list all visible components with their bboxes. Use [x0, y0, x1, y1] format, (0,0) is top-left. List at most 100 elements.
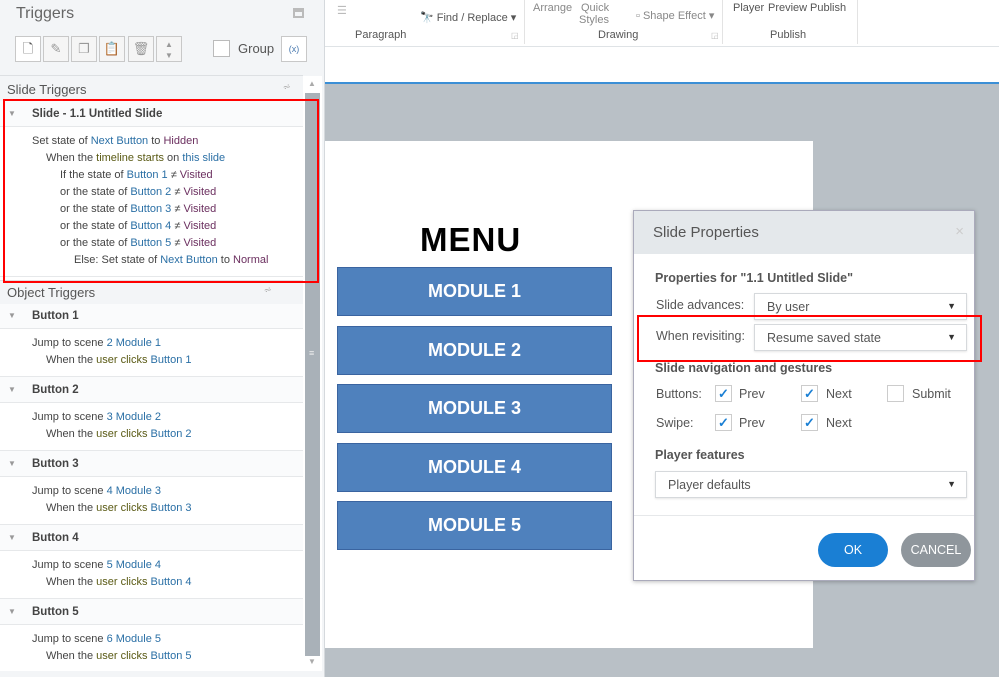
swipe-label: Swipe:: [656, 416, 694, 430]
nav-heading: Slide navigation and gestures: [655, 361, 833, 375]
object-trigger-group-header[interactable]: ▼ Button 3: [0, 451, 303, 477]
find-replace-button[interactable]: 🔭 Find / Replace ▾: [420, 11, 516, 24]
group-checkbox[interactable]: [213, 40, 230, 57]
move-up-down-icon[interactable]: ▲ ▼: [156, 36, 182, 62]
object-trigger-group-header[interactable]: ▼ Button 4: [0, 525, 303, 551]
buttons-submit-checkbox[interactable]: [887, 385, 904, 402]
trigger-line[interactable]: or the state of Button 3 ≠ Visited: [32, 201, 303, 218]
scroll-down-icon[interactable]: ▼: [308, 657, 316, 666]
collapse-triangle-icon[interactable]: ▼: [8, 607, 16, 616]
trigger-text: Button 1: [150, 354, 192, 366]
collapse-triangle-icon[interactable]: ▼: [8, 109, 16, 118]
menu-title: MENU: [420, 221, 522, 258]
ok-button[interactable]: OK: [818, 533, 888, 567]
cancel-button[interactable]: CANCEL: [901, 533, 971, 567]
trigger-line[interactable]: Jump to scene 5 Module 4: [32, 557, 303, 574]
slide-advances-select[interactable]: By user ▼: [754, 293, 967, 320]
module-button[interactable]: MODULE 5: [337, 501, 612, 550]
trigger-line[interactable]: Set state of Next Button to Hidden: [32, 133, 303, 150]
trigger-text: Next Button: [90, 135, 149, 147]
trigger-text: to: [217, 254, 233, 266]
trigger-text: Jump to scene: [32, 485, 107, 497]
object-trigger-group-body: Jump to scene 3 Module 2 When the user cl…: [0, 403, 303, 451]
object-trigger-group-header[interactable]: ▼ Button 1: [0, 303, 303, 329]
arrange-button[interactable]: Arrange: [533, 2, 572, 14]
trigger-text: When the: [46, 152, 97, 164]
module-button[interactable]: MODULE 3: [337, 384, 612, 433]
trigger-line[interactable]: When the user clicks Button 5: [32, 648, 303, 665]
trigger-text: ≠: [171, 186, 184, 198]
ruler-strip: [325, 47, 999, 84]
buttons-prev-label: Prev: [739, 387, 765, 401]
trigger-text: Button 5: [150, 650, 192, 662]
copy-icon[interactable]: ❐: [71, 36, 97, 62]
trigger-line[interactable]: Jump to scene 2 Module 1: [32, 335, 303, 352]
module-button[interactable]: MODULE 2: [337, 325, 612, 375]
trigger-text: 2 Module 1: [106, 337, 162, 349]
module-button[interactable]: MODULE 1: [337, 267, 612, 316]
collapse-triangle-icon[interactable]: ▼: [8, 311, 16, 320]
publish-button[interactable]: Publish: [810, 2, 846, 14]
edit-trigger-icon[interactable]: ✎: [43, 36, 69, 62]
trigger-line[interactable]: When the user clicks Button 4: [32, 574, 303, 591]
trigger-line[interactable]: If the state of Button 1 ≠ Visited: [32, 167, 303, 184]
trigger-line[interactable]: Jump to scene 6 Module 5: [32, 631, 303, 648]
buttons-label: Buttons:: [656, 387, 702, 401]
trigger-line[interactable]: or the state of Button 4 ≠ Visited: [32, 218, 303, 235]
collapse-icon[interactable]: ⩫: [264, 285, 272, 296]
dialog-launcher-icon[interactable]: ◲: [511, 31, 519, 40]
trigger-line[interactable]: When the user clicks Button 3: [32, 500, 303, 517]
object-trigger-group-header[interactable]: ▼ Button 2: [0, 377, 303, 403]
paste-icon[interactable]: 📋: [99, 36, 125, 62]
trigger-text: ≠: [171, 203, 184, 215]
collapse-triangle-icon[interactable]: ▼: [8, 385, 16, 394]
module-button[interactable]: MODULE 4: [337, 442, 612, 492]
close-icon[interactable]: ×: [955, 223, 964, 240]
preview-button[interactable]: Preview: [768, 2, 807, 14]
trigger-text: user clicks: [96, 354, 148, 366]
trigger-text: Visited: [183, 220, 217, 232]
dialog-launcher-icon[interactable]: ◲: [711, 31, 719, 40]
trigger-text: ≠: [171, 237, 184, 249]
object-trigger-group-body: Jump to scene 6 Module 5 When the user cl…: [0, 625, 303, 671]
when-revisiting-select[interactable]: Resume saved state ▼: [754, 324, 967, 351]
object-triggers-header: Object Triggers ⩫: [0, 280, 303, 304]
trigger-line[interactable]: When the timeline starts on this slide: [32, 150, 303, 167]
trigger-line[interactable]: or the state of Button 2 ≠ Visited: [32, 184, 303, 201]
dialog-title: Slide Properties: [653, 224, 759, 241]
collapse-triangle-icon[interactable]: ▼: [8, 533, 16, 542]
delete-icon[interactable]: 🗑: [128, 36, 154, 62]
collapse-icon[interactable]: ⩫: [283, 82, 291, 93]
trigger-line[interactable]: Jump to scene 3 Module 2: [32, 409, 303, 426]
object-trigger-group-title: Button 5: [32, 606, 79, 618]
quick-styles-button[interactable]: Quick: [581, 2, 609, 14]
trigger-text: If the state of: [60, 169, 127, 181]
restore-icon[interactable]: [293, 8, 304, 18]
trigger-line[interactable]: or the state of Button 5 ≠ Visited: [32, 235, 303, 252]
trigger-text: Button 4: [130, 220, 172, 232]
trigger-text: Jump to scene: [32, 633, 107, 645]
scroll-thumb[interactable]: ≡: [305, 93, 320, 656]
player-button[interactable]: Player: [733, 2, 764, 14]
shape-effect-button[interactable]: ▫ Shape Effect ▾: [636, 9, 714, 22]
trigger-line[interactable]: Jump to scene 4 Module 3: [32, 483, 303, 500]
object-trigger-group-header[interactable]: ▼ Button 5: [0, 599, 303, 625]
variables-icon[interactable]: (x): [281, 36, 307, 62]
trigger-text: Button 1: [126, 169, 168, 181]
player-features-select[interactable]: Player defaults ▼: [655, 471, 967, 498]
slide-trigger-group-title: Slide - 1.1 Untitled Slide: [32, 108, 163, 120]
collapse-triangle-icon[interactable]: ▼: [8, 459, 16, 468]
buttons-next-checkbox[interactable]: ✓: [801, 385, 818, 402]
scrollbar[interactable]: ▲ ≡ ▼: [303, 76, 322, 671]
buttons-prev-checkbox[interactable]: ✓: [715, 385, 732, 402]
scroll-up-icon[interactable]: ▲: [308, 79, 316, 88]
trigger-line[interactable]: When the user clicks Button 1: [32, 352, 303, 369]
swipe-next-checkbox[interactable]: ✓: [801, 414, 818, 431]
trigger-line[interactable]: Else: Set state of Next Button to Normal: [32, 252, 303, 269]
new-trigger-icon[interactable]: 🗋: [15, 36, 41, 62]
list-icon[interactable]: ☰: [337, 4, 347, 17]
trigger-line[interactable]: When the user clicks Button 2: [32, 426, 303, 443]
slide-trigger-group-header[interactable]: ▼ Slide - 1.1 Untitled Slide: [0, 101, 303, 127]
publish-group-label: Publish: [770, 29, 807, 41]
swipe-prev-checkbox[interactable]: ✓: [715, 414, 732, 431]
